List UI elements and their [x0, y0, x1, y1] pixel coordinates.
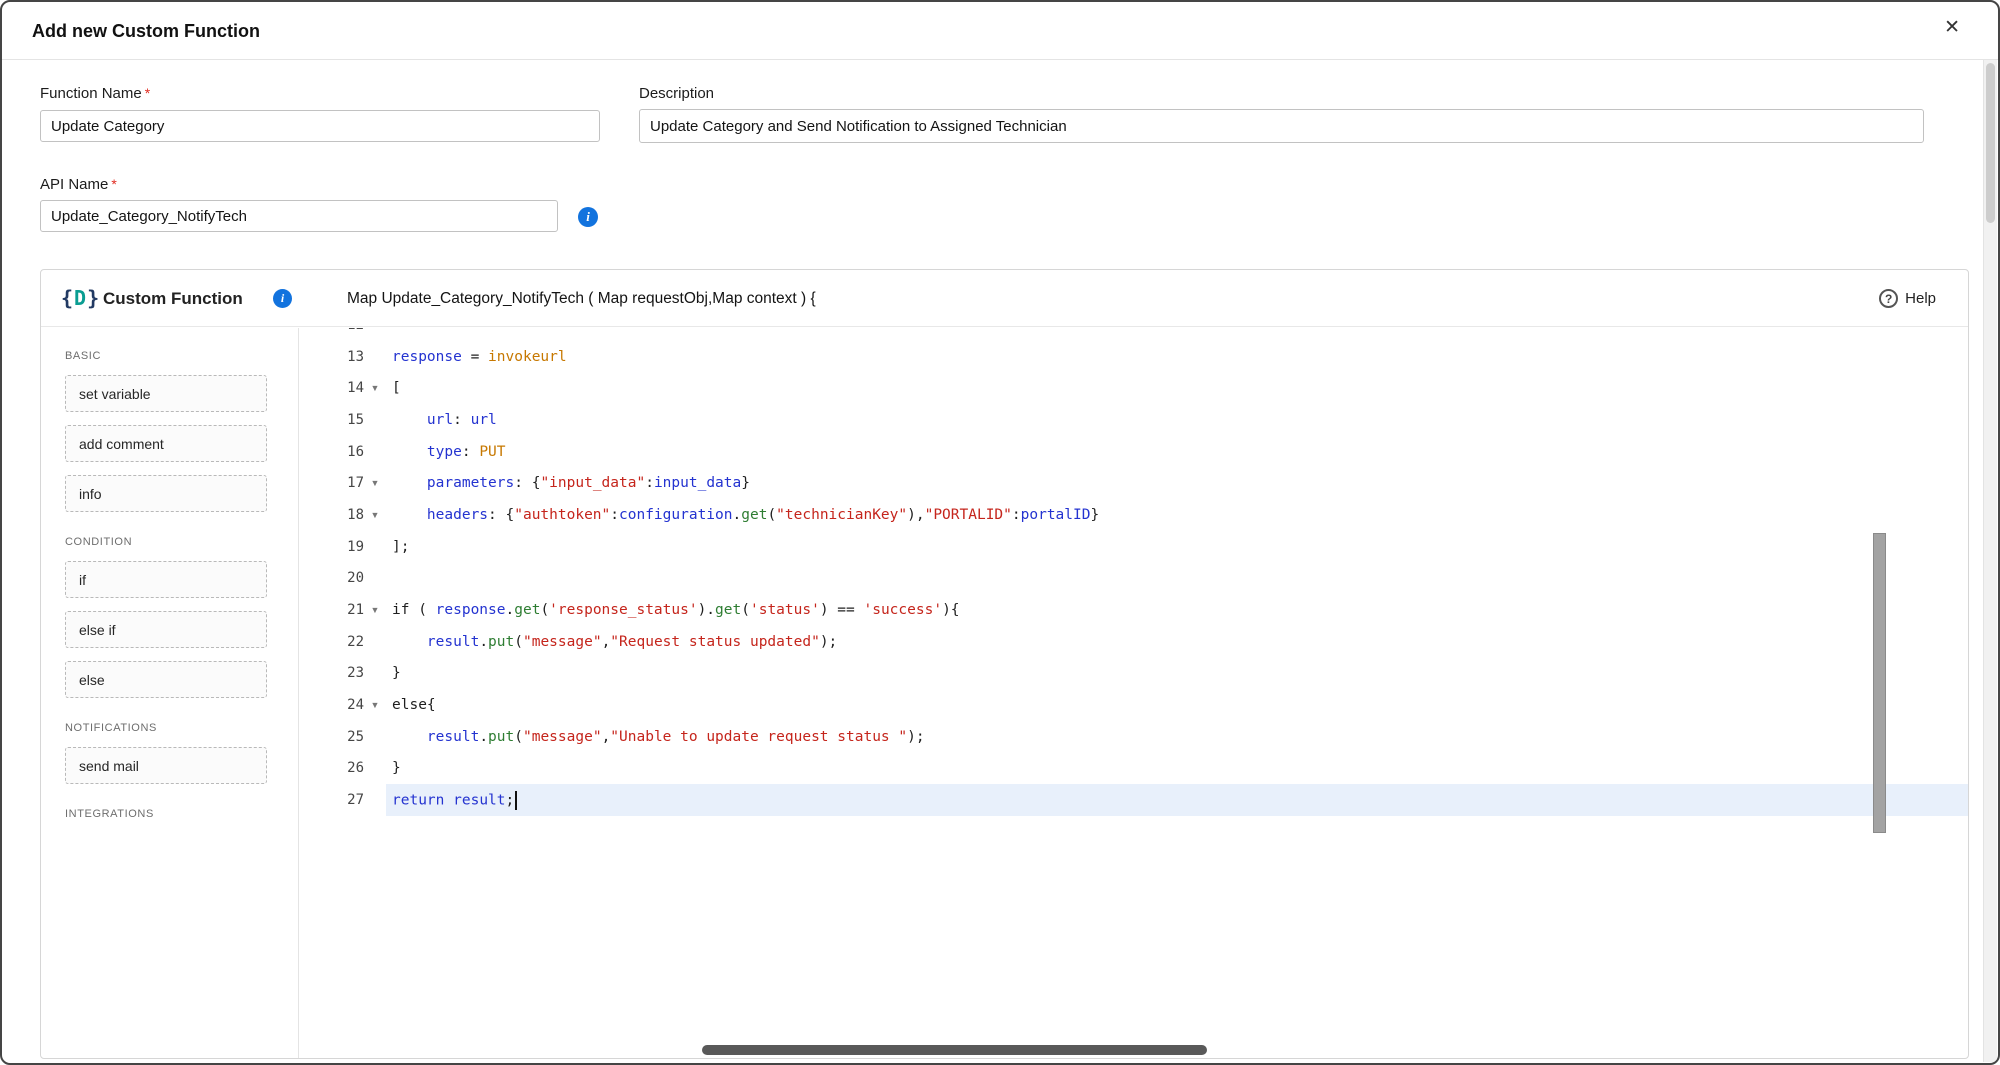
line-number: 25 — [300, 729, 364, 745]
code-line-21[interactable]: 21▼if ( response.get('response_status').… — [300, 594, 1968, 626]
help-button[interactable]: ? Help — [1873, 270, 1942, 327]
code-line-19[interactable]: 19]; — [300, 531, 1968, 563]
code-line-27[interactable]: 27 return result; — [300, 784, 1968, 816]
snippet-button-if[interactable]: if — [65, 561, 267, 598]
line-number: 18 — [300, 507, 364, 523]
code-text: result.put("message","Request status upd… — [386, 634, 1968, 650]
api-name-input[interactable] — [40, 200, 558, 232]
code-line-15[interactable]: 15 url: url — [300, 404, 1968, 436]
code-text: response = invokeurl — [386, 349, 1968, 365]
line-number: 27 — [300, 792, 364, 808]
code-text: url: url — [386, 412, 1968, 428]
code-line-23[interactable]: 23} — [300, 658, 1968, 690]
line-number: 14 — [300, 380, 364, 396]
snippet-button-else-if[interactable]: else if — [65, 611, 267, 648]
line-number: 24 — [300, 697, 364, 713]
code-line-20[interactable]: 20 — [300, 563, 1968, 595]
code-text: ]; — [386, 539, 1968, 555]
custom-function-panel: {D} Custom Function i Map Update_Categor… — [40, 269, 1969, 1059]
api-name-info-icon[interactable]: i — [578, 207, 598, 227]
code-text: if ( response.get('response_status').get… — [386, 602, 1968, 618]
code-text: parameters: {"input_data":input_data} — [386, 475, 1968, 491]
required-asterisk: * — [145, 85, 150, 101]
snippet-button-add-comment[interactable]: add comment — [65, 425, 267, 462]
code-line-13[interactable]: 13 response = invokeurl — [300, 341, 1968, 373]
code-text: } — [386, 665, 1968, 681]
code-text: else{ — [386, 697, 1968, 713]
add-custom-function-dialog: Add new Custom Function ✕ Function Name*… — [0, 0, 2000, 1065]
custom-function-icon: {D} — [61, 283, 99, 313]
snippet-button-info[interactable]: info — [65, 475, 267, 512]
description-input[interactable] — [639, 109, 1924, 143]
sidebar-section-label-notifications: NOTIFICATIONS — [65, 722, 298, 734]
function-signature: Map Update_Category_NotifyTech ( Map req… — [347, 270, 816, 327]
description-label: Description — [639, 85, 714, 102]
snippet-button-set-variable[interactable]: set variable — [65, 375, 267, 412]
page-scrollbar-thumb[interactable] — [1986, 63, 1995, 223]
code-line-12[interactable]: 12 — [300, 328, 1968, 341]
custom-function-info-icon[interactable]: i — [273, 289, 292, 308]
close-icon[interactable]: ✕ — [1940, 14, 1964, 41]
sidebar-section-label-condition: CONDITION — [65, 536, 298, 548]
question-icon: ? — [1879, 289, 1898, 308]
horizontal-scrollbar-thumb[interactable] — [702, 1045, 1207, 1055]
code-line-18[interactable]: 18▼ headers: {"authtoken":configuration.… — [300, 499, 1968, 531]
line-number: 13 — [300, 349, 364, 365]
code-line-14[interactable]: 14▼[ — [300, 372, 1968, 404]
fold-arrow-icon[interactable]: ▼ — [364, 700, 386, 710]
code-line-26[interactable]: 26} — [300, 753, 1968, 785]
code-text: headers: {"authtoken":configuration.get(… — [386, 507, 1968, 523]
snippet-button-send-mail[interactable]: send mail — [65, 747, 267, 784]
line-number: 16 — [300, 444, 364, 460]
required-asterisk: * — [111, 176, 116, 192]
fold-arrow-icon[interactable]: ▼ — [364, 383, 386, 393]
sidebar-section-label-basic: BASIC — [65, 350, 298, 362]
panel-title: Custom Function — [103, 270, 243, 327]
code-text: } — [386, 760, 1968, 776]
line-number: 22 — [300, 634, 364, 650]
text-caret — [515, 791, 517, 810]
line-number: 23 — [300, 665, 364, 681]
code-text: return result; — [386, 791, 1968, 810]
line-number: 26 — [300, 760, 364, 776]
line-number: 17 — [300, 475, 364, 491]
custom-function-panel-header: {D} Custom Function i Map Update_Categor… — [41, 270, 1968, 327]
line-number: 21 — [300, 602, 364, 618]
custom-function-panel-body: BASIC set variable add comment info CONDITIO… — [41, 328, 1968, 1058]
vertical-scrollbar-thumb[interactable] — [1873, 533, 1886, 833]
header-divider — [2, 59, 1998, 60]
dialog-title: Add new Custom Function — [32, 21, 260, 42]
line-number: 20 — [300, 570, 364, 586]
page-scrollbar[interactable] — [1983, 60, 1997, 1062]
snippet-button-else[interactable]: else — [65, 661, 267, 698]
code-line-25[interactable]: 25 result.put("message","Unable to updat… — [300, 721, 1968, 753]
function-name-input[interactable] — [40, 110, 600, 142]
line-number: 12 — [300, 328, 364, 333]
code-lines: 1213response = invokeurl14▼[15 url: url1… — [300, 328, 1968, 816]
code-line-24[interactable]: 24▼else{ — [300, 689, 1968, 721]
sidebar-section-label-integrations: INTEGRATIONS — [65, 808, 298, 820]
code-line-17[interactable]: 17▼ parameters: {"input_data":input_data… — [300, 467, 1968, 499]
line-number: 15 — [300, 412, 364, 428]
code-text: type: PUT — [386, 444, 1968, 460]
fold-arrow-icon[interactable]: ▼ — [364, 605, 386, 615]
line-number: 19 — [300, 539, 364, 555]
fold-arrow-icon[interactable]: ▼ — [364, 510, 386, 520]
fold-arrow-icon[interactable]: ▼ — [364, 478, 386, 488]
code-text: result.put("message","Unable to update r… — [386, 729, 1968, 745]
code-line-16[interactable]: 16 type: PUT — [300, 436, 1968, 468]
code-text: [ — [386, 380, 1968, 396]
code-line-22[interactable]: 22 result.put("message","Request status … — [300, 626, 1968, 658]
function-name-label: Function Name* — [40, 85, 150, 102]
api-name-label: API Name* — [40, 176, 117, 193]
code-editor[interactable]: 1213response = invokeurl14▼[15 url: url1… — [300, 328, 1968, 1058]
function-sidebar: BASIC set variable add comment info CONDITIO… — [41, 328, 299, 1058]
help-label: Help — [1905, 290, 1936, 307]
